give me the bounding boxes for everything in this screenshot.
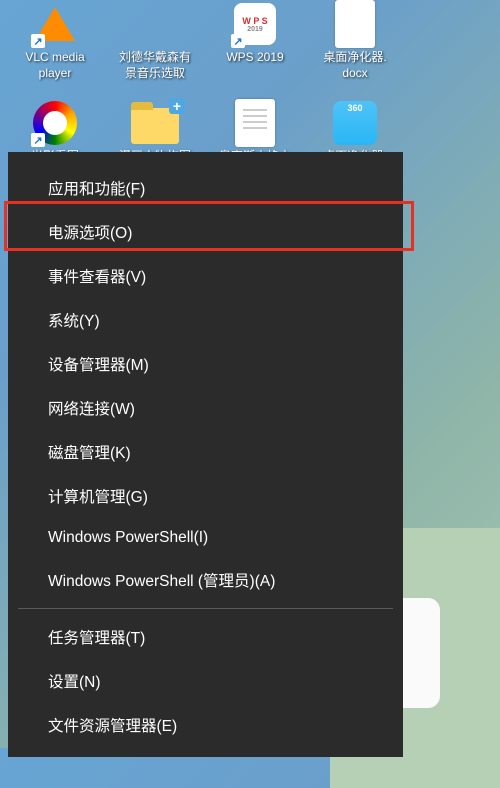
menu-item-file-explorer[interactable]: 文件资源管理器(E) bbox=[8, 703, 403, 747]
text-icon bbox=[231, 99, 279, 147]
menu-separator bbox=[18, 608, 393, 609]
wps-icon: W P S2019 ↗ bbox=[231, 0, 279, 48]
music-icon bbox=[131, 0, 179, 48]
cleaner-icon bbox=[331, 99, 379, 147]
menu-item-apps-features[interactable]: 应用和功能(F) bbox=[8, 166, 403, 210]
wps-text: W P S bbox=[242, 16, 267, 26]
menu-item-system[interactable]: 系统(Y) bbox=[8, 298, 403, 342]
desktop-icon-docx[interactable]: 桌面净化器.docx bbox=[310, 0, 400, 81]
menu-item-settings[interactable]: 设置(N) bbox=[8, 659, 403, 703]
vlc-icon: ↗ bbox=[31, 0, 79, 48]
menu-item-power-options[interactable]: 电源选项(O) bbox=[8, 210, 403, 254]
desktop-icon-wps[interactable]: W P S2019 ↗ WPS 2019 bbox=[210, 0, 300, 81]
menu-item-powershell-admin[interactable]: Windows PowerShell (管理员)(A) bbox=[8, 558, 403, 602]
docx-icon bbox=[331, 0, 379, 48]
winx-context-menu: 应用和功能(F) 电源选项(O) 事件查看器(V) 系统(Y) 设备管理器(M)… bbox=[8, 152, 403, 757]
menu-item-computer-management[interactable]: 计算机管理(G) bbox=[8, 474, 403, 518]
desktop-icon-vlc[interactable]: ↗ VLC mediaplayer bbox=[10, 0, 100, 81]
desktop-icon-grid: ↗ VLC mediaplayer 刘德华戴森有景音乐选取 W P S2019 … bbox=[0, 0, 500, 165]
desktop-icon-music[interactable]: 刘德华戴森有景音乐选取 bbox=[110, 0, 200, 81]
menu-item-task-manager[interactable]: 任务管理器(T) bbox=[8, 615, 403, 659]
menu-item-device-manager[interactable]: 设备管理器(M) bbox=[8, 342, 403, 386]
icon-label: WPS 2019 bbox=[226, 50, 283, 66]
icon-label: 桌面净化器.docx bbox=[323, 50, 386, 81]
icon-label: 刘德华戴森有景音乐选取 bbox=[119, 50, 191, 81]
folder-icon bbox=[131, 99, 179, 147]
photo-icon: ↗ bbox=[31, 99, 79, 147]
menu-item-disk-management[interactable]: 磁盘管理(K) bbox=[8, 430, 403, 474]
icon-label: VLC mediaplayer bbox=[25, 50, 84, 81]
menu-item-powershell[interactable]: Windows PowerShell(I) bbox=[8, 518, 403, 558]
menu-item-network-connections[interactable]: 网络连接(W) bbox=[8, 386, 403, 430]
menu-item-event-viewer[interactable]: 事件查看器(V) bbox=[8, 254, 403, 298]
